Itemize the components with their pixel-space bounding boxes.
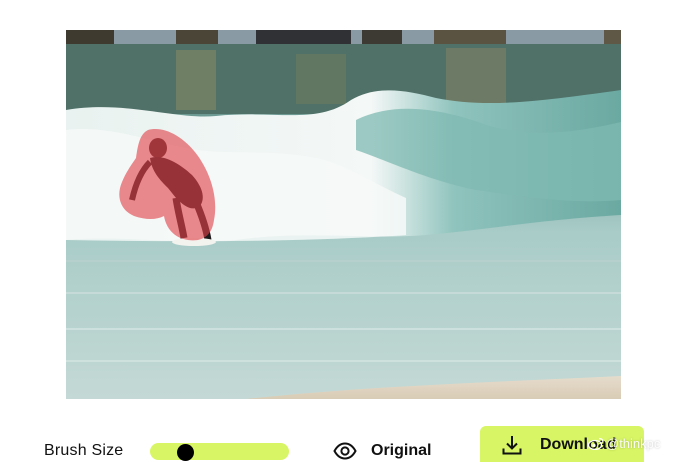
eye-icon (333, 439, 357, 462)
editor-page: Brush Size Original Download @thinkpc (0, 0, 690, 462)
brush-size-label: Brush Size (44, 442, 124, 459)
download-label: Download (540, 436, 617, 453)
brush-size-slider[interactable] (150, 443, 289, 461)
image-canvas[interactable] (66, 30, 621, 399)
original-toggle-button[interactable]: Original (333, 438, 431, 462)
brush-size-slider-thumb[interactable] (176, 444, 194, 461)
download-icon (500, 433, 524, 457)
download-button[interactable]: Download (480, 426, 644, 462)
original-label: Original (371, 442, 432, 459)
surf-photo (66, 30, 621, 399)
editor-toolbar: Brush Size Original Download (0, 424, 690, 462)
